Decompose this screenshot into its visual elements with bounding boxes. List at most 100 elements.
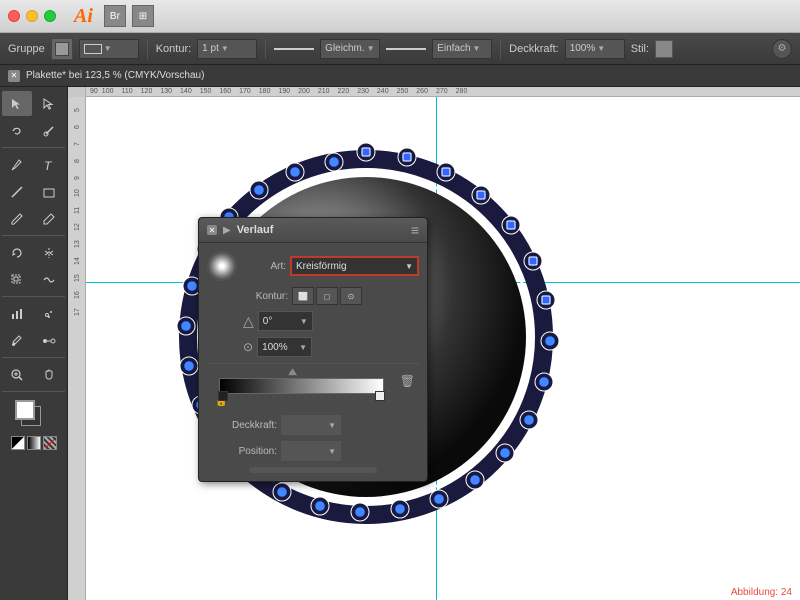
none-gradient-row (11, 436, 57, 450)
divider1 (147, 39, 148, 59)
pencil-tool[interactable] (34, 206, 64, 231)
gradient-panel-header[interactable]: ✕ ▶ Verlauf ≡ (199, 218, 427, 243)
magic-wand-tool[interactable] (34, 118, 64, 143)
divider2 (265, 39, 266, 59)
app-icon: Ai (74, 5, 93, 28)
gradient-deckkraft-row: Deckkraft: ▼ (207, 415, 419, 435)
transparent-icon[interactable] (43, 436, 57, 450)
select-tool[interactable] (2, 91, 32, 116)
white-canvas (86, 97, 800, 600)
line2-select[interactable]: Einfach ▼ (432, 39, 492, 59)
panel-layout-icon[interactable]: ⊞ (132, 5, 154, 27)
gradient-panel-title: Verlauf (237, 224, 274, 236)
kontur-buttons: ⬜ ◻ ⊙ (292, 287, 362, 305)
gradient-stop-white[interactable] (375, 391, 385, 401)
tool-row-1 (2, 91, 65, 116)
kontur-btn-2[interactable]: ◻ (316, 287, 338, 305)
gradient-bar[interactable] (219, 378, 384, 394)
kontur-label: Kontur: (156, 43, 191, 55)
deckkraft-label-panel: Deckkraft: (207, 420, 277, 431)
symbol-sprayer-tool[interactable] (34, 301, 64, 326)
gradient-midpoint[interactable] (288, 368, 298, 376)
lasso-tool[interactable] (2, 118, 32, 143)
blend-tool[interactable] (34, 328, 64, 353)
rotate-tool[interactable] (2, 240, 32, 265)
ruler-left: 5 6 7 8 9 10 11 12 13 14 15 16 17 (68, 97, 86, 600)
close-button[interactable] (8, 10, 20, 22)
warp-tool[interactable] (34, 267, 64, 292)
kontur-btn-1[interactable]: ⬜ (292, 287, 314, 305)
reflect-tool[interactable] (34, 240, 64, 265)
title-bar: Ai Br ⊞ (0, 0, 800, 33)
color-swatches-area (2, 400, 65, 450)
line-style-2[interactable] (386, 48, 426, 50)
gradient-art-row: Art: Kreisförmig ▼ (207, 251, 419, 281)
kontur-btn-3[interactable]: ⊙ (340, 287, 362, 305)
traffic-lights (8, 10, 56, 22)
fill-swatch[interactable] (51, 38, 73, 60)
direct-select-tool[interactable] (34, 91, 64, 116)
minimize-button[interactable] (26, 10, 38, 22)
gradient-panel-menu[interactable]: ≡ (411, 222, 419, 238)
canvas-area: 90 100 110 120 130 140 150 160 170 180 1… (68, 87, 800, 600)
gradient-icon[interactable] (27, 436, 41, 450)
deckkraft-select[interactable]: 100% ▼ (565, 39, 625, 59)
hand-tool[interactable] (34, 362, 64, 387)
line1-select[interactable]: Gleichm. ▼ (320, 39, 380, 59)
panel-close-button[interactable]: ✕ (207, 225, 217, 235)
art-label: Art: (241, 261, 286, 272)
svg-text:T: T (44, 159, 53, 172)
deckkraft-dropdown[interactable]: ▼ (281, 415, 341, 435)
gradient-bar-container: 🗑 🔒 (207, 363, 419, 411)
settings-icon[interactable]: ⚙ (772, 39, 792, 59)
maximize-button[interactable] (44, 10, 56, 22)
gradient-panel-body: Art: Kreisförmig ▼ Kontur: ⬜ ◻ ⊙ (199, 243, 427, 481)
graph-tool[interactable] (2, 301, 32, 326)
group-label: Gruppe (8, 43, 45, 55)
bridge-icon[interactable]: Br (104, 5, 126, 27)
zoom-tool[interactable] (2, 362, 32, 387)
fill-stroke-swatches (15, 400, 53, 434)
text-tool[interactable]: T (34, 152, 64, 177)
kontur-value-select[interactable]: 1 pt ▼ (197, 39, 257, 59)
scale-tool[interactable] (2, 267, 32, 292)
stroke-select[interactable]: ▼ (79, 39, 139, 59)
angle-icon: △ (243, 313, 254, 330)
eyedropper-tool[interactable] (2, 328, 32, 353)
tab-title: Plakette* bei 123,5 % (CMYK/Vorschau) (26, 70, 204, 81)
position-label-panel: Position: (207, 446, 277, 457)
art-dropdown[interactable]: Kreisförmig ▼ (290, 256, 419, 276)
gradient-scale-row: ⊙ 100% ▼ (207, 337, 419, 357)
scale-dropdown[interactable]: 100% ▼ (257, 337, 312, 357)
gradient-preview[interactable] (207, 251, 237, 281)
delete-stop-button[interactable]: 🗑 (400, 374, 415, 388)
gradient-kontur-row: Kontur: ⬜ ◻ ⊙ (207, 287, 419, 305)
none-icon[interactable] (11, 436, 25, 450)
fill-indicator[interactable] (15, 400, 35, 420)
gradient-angle-row: △ 0° ▼ (207, 311, 419, 331)
stil-swatch[interactable] (655, 40, 673, 58)
gradient-stop-black[interactable] (218, 391, 228, 401)
scale-icon: ⊙ (243, 340, 253, 354)
rect-tool[interactable] (34, 179, 64, 204)
gradient-panel: ✕ ▶ Verlauf ≡ Art: Kreisförmig ▼ (198, 217, 428, 482)
left-toolbar: T (0, 87, 68, 600)
deckkraft-label: Deckkraft: (509, 43, 559, 55)
angle-dropdown[interactable]: 0° ▼ (258, 311, 313, 331)
tab-close-button[interactable]: ✕ (8, 70, 20, 82)
paintbrush-tool[interactable] (2, 206, 32, 231)
line-tool[interactable] (2, 179, 32, 204)
pen-tool[interactable] (2, 152, 32, 177)
abbildung-label: Abbildung: 24 (731, 587, 792, 598)
top-toolbar: Gruppe ▼ Kontur: 1 pt ▼ Gleichm. ▼ Einfa… (0, 33, 800, 65)
line-style-1[interactable] (274, 48, 314, 50)
kontur-label-panel: Kontur: (243, 291, 288, 302)
stil-label: Stil: (631, 43, 649, 55)
position-dropdown[interactable]: ▼ (281, 441, 341, 461)
gradient-bar-wrapper (211, 368, 392, 394)
scrollbar[interactable] (249, 467, 376, 473)
tab-bar: ✕ Plakette* bei 123,5 % (CMYK/Vorschau) (0, 65, 800, 87)
ruler-top: 90 100 110 120 130 140 150 160 170 180 1… (86, 87, 800, 97)
main-area: T (0, 87, 800, 600)
divider3 (500, 39, 501, 59)
